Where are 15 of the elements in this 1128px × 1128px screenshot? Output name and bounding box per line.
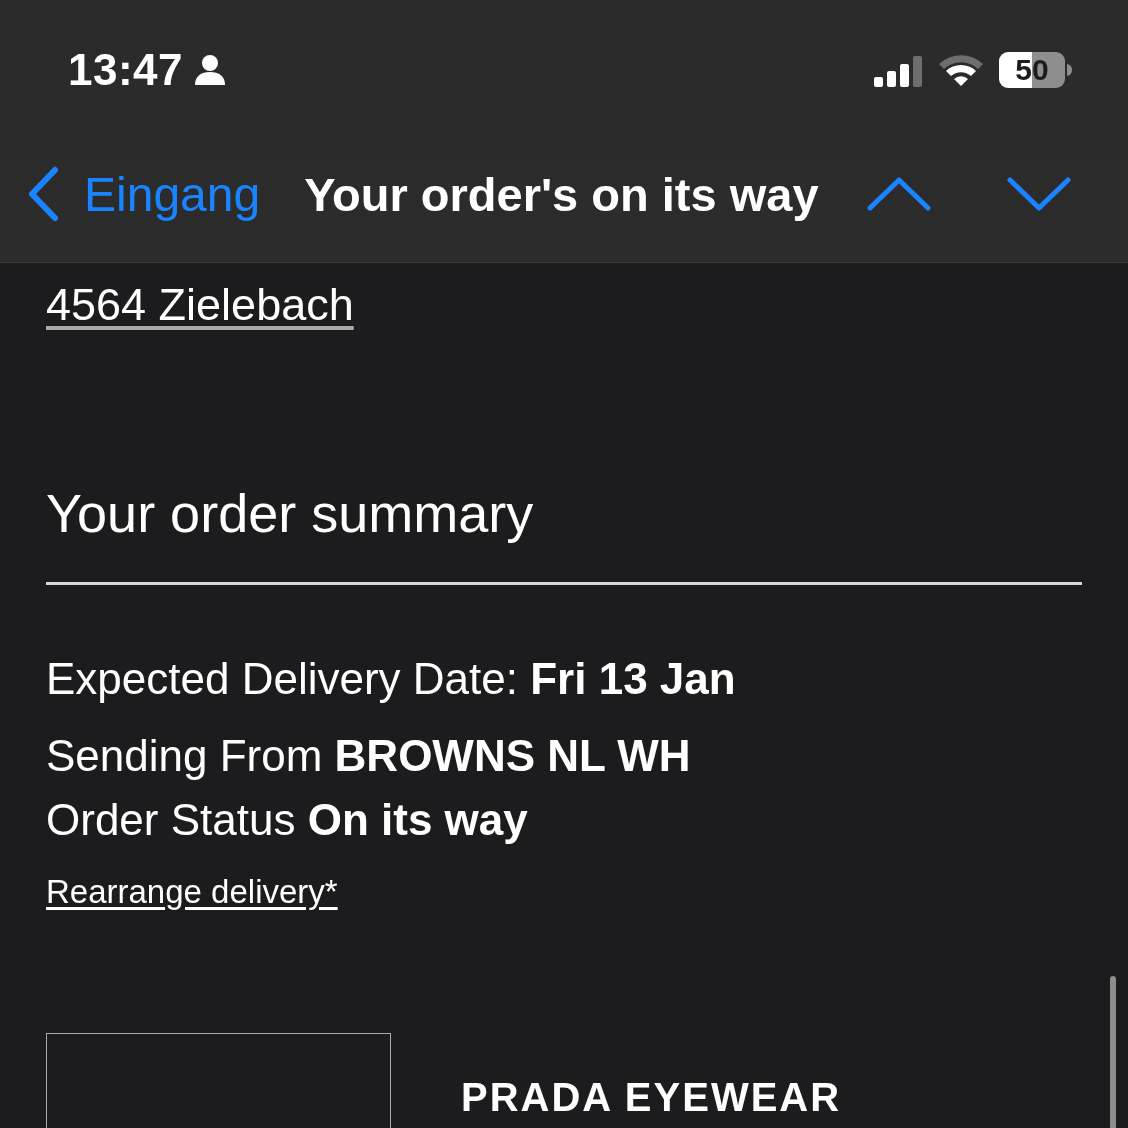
back-chevron-icon xyxy=(26,166,60,222)
order-detail: Expected Delivery Date: Fri 13 Jan xyxy=(46,652,736,705)
wifi-icon xyxy=(937,52,985,88)
order-detail: Sending From BROWNS NL WH xyxy=(46,729,691,782)
order-detail: Order Status On its way xyxy=(46,794,528,847)
summary-heading: Your order summary xyxy=(46,482,534,545)
email-subject: Your order's on its way xyxy=(304,166,819,222)
up-chevron-icon[interactable] xyxy=(866,174,932,214)
rearrange-delivery-link[interactable]: Rearrange delivery* xyxy=(46,873,338,912)
person-icon xyxy=(193,53,228,87)
back-button[interactable]: Eingang xyxy=(26,166,261,222)
status-time: 13:47 xyxy=(68,45,184,95)
product-brand: PRADA EYEWEAR xyxy=(461,1075,842,1122)
address-link[interactable]: 4564 Zielebach xyxy=(46,279,354,331)
signal-icon xyxy=(873,53,923,87)
